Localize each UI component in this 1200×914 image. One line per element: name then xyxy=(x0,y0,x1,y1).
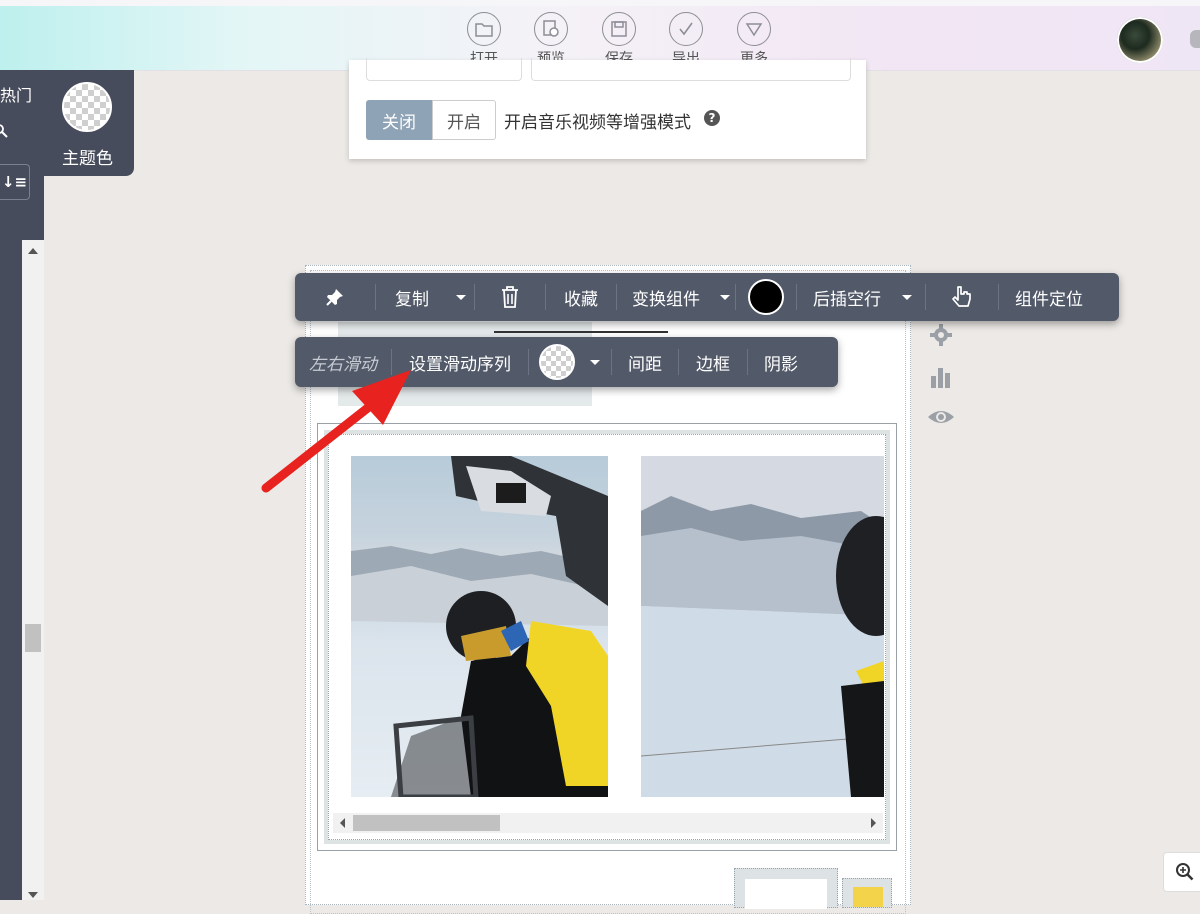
scroll-right-icon[interactable] xyxy=(871,818,876,828)
folder-icon xyxy=(467,12,501,46)
slide-mode-label: 左右滑动 xyxy=(309,354,377,375)
zoom-in-icon xyxy=(1176,863,1194,881)
hand-pointer-icon xyxy=(952,286,971,307)
help-icon[interactable]: ? xyxy=(704,110,720,126)
chevron-down-icon xyxy=(902,294,912,300)
background-color-dropdown[interactable] xyxy=(585,337,605,387)
select-pointer-button[interactable] xyxy=(926,273,998,321)
enhanced-mode-label: 开启音乐视频等增强模式 xyxy=(504,113,691,133)
hot-tab-label[interactable]: 热门 xyxy=(0,82,32,106)
insert-empty-row-button[interactable]: 后插空行 xyxy=(797,273,897,321)
pin-icon xyxy=(326,289,343,306)
scroll-up-icon[interactable] xyxy=(28,248,38,254)
yellow-button-component[interactable] xyxy=(842,878,892,908)
slider-horizontal-scrollbar[interactable] xyxy=(333,813,883,833)
locate-component-button[interactable]: 组件定位 xyxy=(999,273,1099,321)
settings-field-1[interactable] xyxy=(366,58,522,81)
settings-field-2[interactable] xyxy=(531,58,851,81)
toggle-on-button[interactable]: 开启 xyxy=(432,100,496,140)
eye-icon[interactable] xyxy=(926,402,956,432)
settings-gear-icon[interactable] xyxy=(926,320,956,350)
transparent-color-swatch xyxy=(539,344,575,380)
trash-icon xyxy=(502,286,518,308)
bell-icon[interactable] xyxy=(1190,30,1200,48)
chevron-down-icon xyxy=(456,294,466,300)
user-avatar[interactable] xyxy=(1117,17,1163,63)
enhanced-mode-toggle: 关闭 开启 xyxy=(366,100,496,140)
sidebar-scrollbar[interactable] xyxy=(22,240,44,900)
favorite-button[interactable]: 收藏 xyxy=(546,273,616,321)
triangle-down-icon xyxy=(737,12,771,46)
page-settings-card: 关闭 开启 开启音乐视频等增强模式 ? xyxy=(349,58,866,159)
shadow-button[interactable]: 阴影 xyxy=(748,337,814,387)
color-picker-button[interactable] xyxy=(736,273,796,321)
theme-color-swatch[interactable] xyxy=(62,82,112,132)
zoom-button[interactable] xyxy=(1163,852,1200,892)
yellow-button-fill xyxy=(853,887,883,907)
component-toolbar: 复制 收藏 变换组件 后插空行 组件定位 xyxy=(295,273,1119,321)
transform-dropdown[interactable] xyxy=(715,273,735,321)
slider-image-2[interactable] xyxy=(641,456,884,797)
border-button[interactable]: 边框 xyxy=(679,337,747,387)
chevron-down-icon xyxy=(590,359,600,365)
check-icon xyxy=(669,12,703,46)
toggle-off-button[interactable]: 关闭 xyxy=(366,100,432,140)
background-color-button[interactable] xyxy=(529,337,585,387)
copy-button[interactable]: 复制 xyxy=(376,273,448,321)
scroll-left-icon[interactable] xyxy=(340,818,345,828)
sort-icon: ↓≡ xyxy=(1,173,28,191)
theme-color-label: 主题色 xyxy=(62,149,113,169)
more-link-component[interactable] xyxy=(734,868,838,909)
scroll-down-icon[interactable] xyxy=(28,892,38,898)
delete-button[interactable] xyxy=(475,273,545,321)
set-slide-sequence-button[interactable]: 设置滑动序列 xyxy=(392,337,528,387)
insert-row-dropdown[interactable] xyxy=(897,273,917,321)
more-link-box xyxy=(745,879,827,909)
bar-chart-icon[interactable] xyxy=(926,362,956,392)
chevron-down-icon xyxy=(720,294,730,300)
title-underline xyxy=(494,331,668,333)
search-icon[interactable] xyxy=(0,124,8,138)
spacing-button[interactable]: 间距 xyxy=(612,337,678,387)
copy-dropdown[interactable] xyxy=(448,273,474,321)
black-color-swatch xyxy=(748,279,784,315)
slider-image-1[interactable] xyxy=(351,456,608,797)
sort-button[interactable]: ↓≡ xyxy=(0,164,30,200)
transform-component-button[interactable]: 变换组件 xyxy=(617,273,715,321)
scroll-thumb[interactable] xyxy=(25,624,41,652)
browser-strip xyxy=(0,0,1200,6)
slider-scroll-thumb[interactable] xyxy=(353,815,500,831)
pin-button[interactable] xyxy=(295,273,375,321)
preview-icon xyxy=(534,12,568,46)
save-icon xyxy=(602,12,636,46)
slide-settings-toolbar: 左右滑动 设置滑动序列 间距 边框 阴影 xyxy=(295,337,838,387)
